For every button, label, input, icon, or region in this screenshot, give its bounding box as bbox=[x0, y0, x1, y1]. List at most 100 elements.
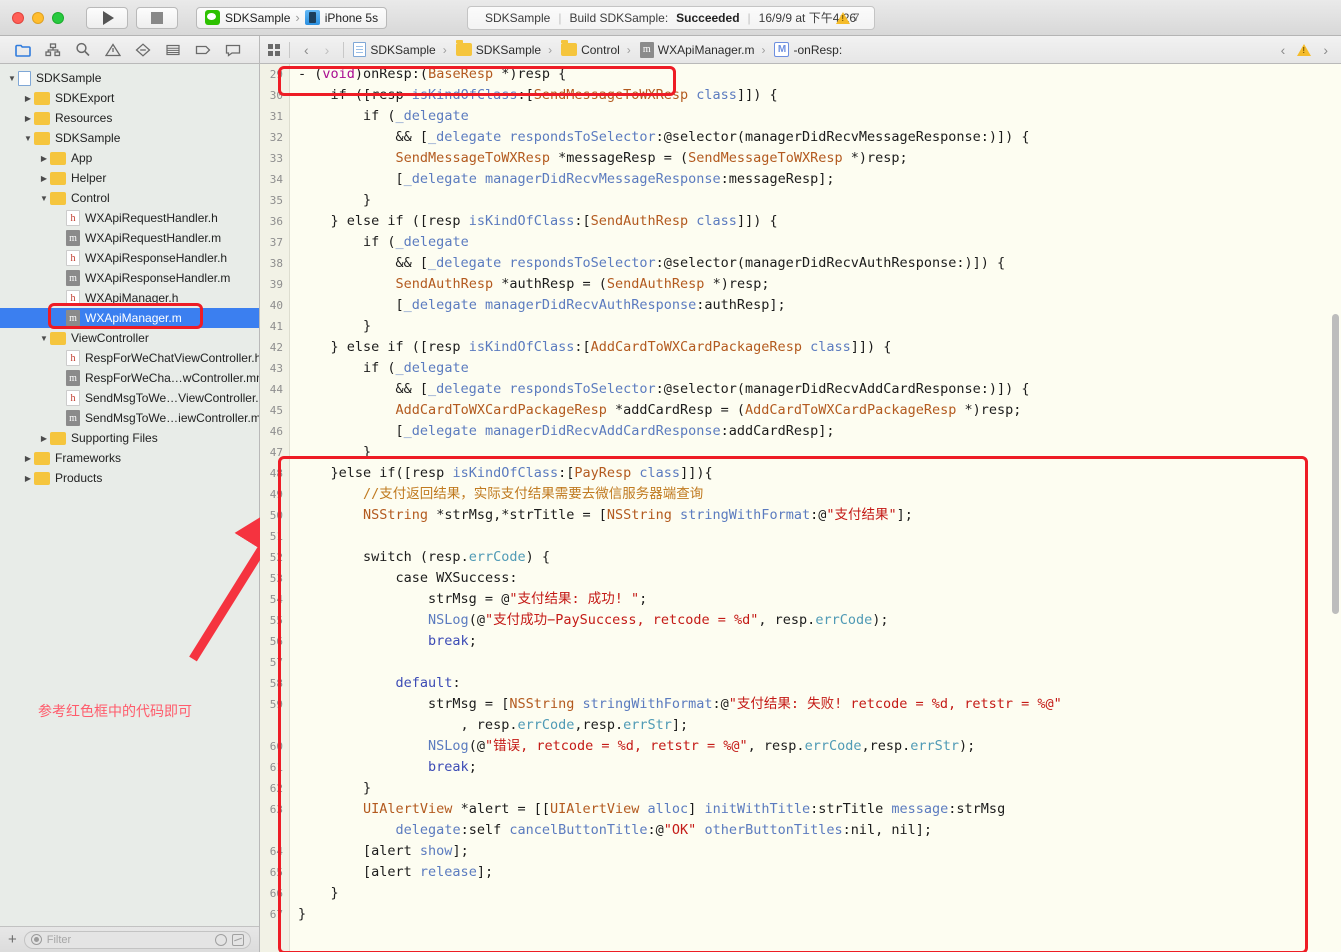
disclosure-triangle-open-icon[interactable]: ▼ bbox=[22, 132, 34, 144]
tree-item-app[interactable]: ▶ App bbox=[0, 148, 259, 168]
stop-button[interactable] bbox=[136, 6, 178, 29]
tree-item-sendmsgtowe-viewcontroller-h[interactable]: h SendMsgToWe…ViewController.h bbox=[0, 388, 259, 408]
tree-item-respforwechatviewcontroller-h[interactable]: h RespForWeChatViewController.h bbox=[0, 348, 259, 368]
tree-item-sdksample[interactable]: ▼ SDKSample bbox=[0, 128, 259, 148]
zoom-window-button[interactable] bbox=[52, 11, 64, 24]
related-items-icon[interactable] bbox=[268, 43, 280, 56]
code-line[interactable]: default: bbox=[298, 673, 1341, 694]
code-line[interactable]: [alert show]; bbox=[298, 841, 1341, 862]
filter-field[interactable]: Filter bbox=[23, 930, 251, 949]
disclosure-triangle-closed-icon[interactable]: ▶ bbox=[38, 432, 50, 444]
close-window-button[interactable] bbox=[12, 11, 24, 24]
navigator-tab-bar[interactable] bbox=[0, 36, 260, 63]
code-line[interactable]: break; bbox=[298, 757, 1341, 778]
breakpoint-navigator-icon[interactable] bbox=[188, 39, 218, 61]
code-line[interactable]: - (void)onResp:(BaseResp *)resp { bbox=[298, 64, 1341, 85]
tree-item-control[interactable]: ▼ Control bbox=[0, 188, 259, 208]
tree-item-wxapimanager-m[interactable]: m WXApiManager.m bbox=[0, 308, 259, 328]
tree-item-respforwecha-wcontroller-mm[interactable]: m RespForWeCha…wController.mm bbox=[0, 368, 259, 388]
code-line[interactable]: && [_delegate respondsToSelector:@select… bbox=[298, 127, 1341, 148]
tree-item-supporting-files[interactable]: ▶ Supporting Files bbox=[0, 428, 259, 448]
disclosure-triangle-open-icon[interactable]: ▼ bbox=[6, 72, 18, 84]
code-line[interactable]: case WXSuccess: bbox=[298, 568, 1341, 589]
minimize-window-button[interactable] bbox=[32, 11, 44, 24]
tree-item-resources[interactable]: ▶ Resources bbox=[0, 108, 259, 128]
project-navigator-icon[interactable] bbox=[8, 39, 38, 61]
code-line[interactable]: strMsg = @"支付结果: 成功! "; bbox=[298, 589, 1341, 610]
code-line[interactable]: SendMessageToWXResp *messageResp = (Send… bbox=[298, 148, 1341, 169]
code-line[interactable]: NSString *strMsg,*strTitle = [NSString s… bbox=[298, 505, 1341, 526]
code-line[interactable]: //支付返回结果，实际支付结果需要去微信服务器端查询 bbox=[298, 484, 1341, 505]
code-line[interactable]: break; bbox=[298, 631, 1341, 652]
issue-navigator-icon[interactable] bbox=[98, 39, 128, 61]
tree-item-products[interactable]: ▶ Products bbox=[0, 468, 259, 488]
breadcrumb-item-project[interactable]: SDKSample › bbox=[353, 42, 449, 57]
run-button[interactable] bbox=[86, 6, 128, 29]
code-line[interactable]: strMsg = [NSString stringWithFormat:@"支付… bbox=[298, 694, 1341, 715]
disclosure-triangle-closed-icon[interactable]: ▶ bbox=[22, 452, 34, 464]
disclosure-triangle-closed-icon[interactable]: ▶ bbox=[22, 472, 34, 484]
code-line[interactable]: } bbox=[298, 904, 1341, 925]
disclosure-triangle-closed-icon[interactable]: ▶ bbox=[22, 112, 34, 124]
tree-item-wxapimanager-h[interactable]: h WXApiManager.h bbox=[0, 288, 259, 308]
code-line[interactable]: } bbox=[298, 316, 1341, 337]
tree-item-wxapiresponsehandler-h[interactable]: h WXApiResponseHandler.h bbox=[0, 248, 259, 268]
warning-icon[interactable] bbox=[1297, 43, 1312, 56]
code-line[interactable] bbox=[298, 652, 1341, 673]
breadcrumb-item-control[interactable]: Control › bbox=[561, 40, 634, 57]
code-line[interactable]: [_delegate managerDidRecvAddCardResponse… bbox=[298, 421, 1341, 442]
code-line[interactable]: NSLog(@"支付成功−PaySuccess, retcode = %d", … bbox=[298, 610, 1341, 631]
code-line[interactable]: if (_delegate bbox=[298, 106, 1341, 127]
code-line[interactable]: } bbox=[298, 883, 1341, 904]
add-file-button[interactable]: + bbox=[8, 931, 17, 948]
editor-scrollbar[interactable] bbox=[1332, 314, 1339, 614]
tree-item-wxapirequesthandler-m[interactable]: m WXApiRequestHandler.m bbox=[0, 228, 259, 248]
tree-item-frameworks[interactable]: ▶ Frameworks bbox=[0, 448, 259, 468]
source-control-filter-icon[interactable] bbox=[232, 933, 244, 946]
warning-status-chip[interactable]: 7 bbox=[836, 11, 860, 24]
code-line[interactable]: if (_delegate bbox=[298, 232, 1341, 253]
code-line[interactable]: } else if ([resp isKindOfClass:[AddCardT… bbox=[298, 337, 1341, 358]
tree-item-sdksample[interactable]: ▼ SDKSample bbox=[0, 68, 259, 88]
disclosure-triangle-open-icon[interactable]: ▼ bbox=[38, 192, 50, 204]
code-line[interactable]: } else if ([resp isKindOfClass:[SendAuth… bbox=[298, 211, 1341, 232]
tree-item-sdkexport[interactable]: ▶ SDKExport bbox=[0, 88, 259, 108]
code-line[interactable]: }else if([resp isKindOfClass:[PayResp cl… bbox=[298, 463, 1341, 484]
code-line[interactable]: } bbox=[298, 778, 1341, 799]
code-line[interactable]: NSLog(@"错误, retcode = %d, retstr = %@", … bbox=[298, 736, 1341, 757]
disclosure-triangle-closed-icon[interactable]: ▶ bbox=[38, 152, 50, 164]
code-content[interactable]: - (void)onResp:(BaseResp *)resp { if ([r… bbox=[290, 64, 1341, 952]
test-navigator-icon[interactable] bbox=[128, 39, 158, 61]
code-line[interactable]: switch (resp.errCode) { bbox=[298, 547, 1341, 568]
source-editor[interactable]: 29 30 31 32 33 34 35 36 37 38 39 40 41 42 43 44 45 46 47 48… bbox=[260, 64, 1341, 952]
code-line[interactable] bbox=[298, 526, 1341, 547]
tree-item-helper[interactable]: ▶ Helper bbox=[0, 168, 259, 188]
breadcrumb-item-file[interactable]: m WXApiManager.m › bbox=[639, 41, 769, 58]
breadcrumb-item-group[interactable]: SDKSample › bbox=[455, 40, 555, 57]
debug-navigator-icon[interactable] bbox=[158, 39, 188, 61]
issue-prev-button[interactable]: ‹ bbox=[1276, 42, 1291, 58]
tree-item-wxapiresponsehandler-m[interactable]: m WXApiResponseHandler.m bbox=[0, 268, 259, 288]
tree-item-sendmsgtowe-iewcontroller-m[interactable]: m SendMsgToWe…iewController.m bbox=[0, 408, 259, 428]
report-navigator-icon[interactable] bbox=[218, 39, 248, 61]
code-line[interactable]: AddCardToWXCardPackageResp *addCardResp … bbox=[298, 400, 1341, 421]
code-line[interactable]: && [_delegate respondsToSelector:@select… bbox=[298, 253, 1341, 274]
go-back-button[interactable]: ‹ bbox=[299, 42, 314, 58]
code-line[interactable]: && [_delegate respondsToSelector:@select… bbox=[298, 379, 1341, 400]
code-line[interactable]: if (_delegate bbox=[298, 358, 1341, 379]
code-line[interactable]: [alert release]; bbox=[298, 862, 1341, 883]
issue-next-button[interactable]: › bbox=[1318, 42, 1333, 58]
code-line[interactable]: [_delegate managerDidRecvMessageResponse… bbox=[298, 169, 1341, 190]
breadcrumb-item-method[interactable]: M -onResp: bbox=[774, 42, 842, 57]
disclosure-triangle-closed-icon[interactable]: ▶ bbox=[38, 172, 50, 184]
code-line[interactable]: } bbox=[298, 442, 1341, 463]
code-line[interactable]: UIAlertView *alert = [[UIAlertView alloc… bbox=[298, 799, 1341, 820]
code-line[interactable]: delegate:self cancelButtonTitle:@"OK" ot… bbox=[298, 820, 1341, 841]
tree-item-viewcontroller[interactable]: ▼ ViewController bbox=[0, 328, 259, 348]
scheme-selector[interactable]: SDKSample › iPhone 5s bbox=[196, 6, 388, 29]
recent-files-filter-icon[interactable] bbox=[215, 933, 227, 946]
code-line[interactable]: if ([resp isKindOfClass:[SendMessageToWX… bbox=[298, 85, 1341, 106]
code-line[interactable]: , resp.errCode,resp.errStr]; bbox=[298, 715, 1341, 736]
symbol-navigator-icon[interactable] bbox=[38, 39, 68, 61]
window-controls[interactable] bbox=[12, 11, 64, 24]
